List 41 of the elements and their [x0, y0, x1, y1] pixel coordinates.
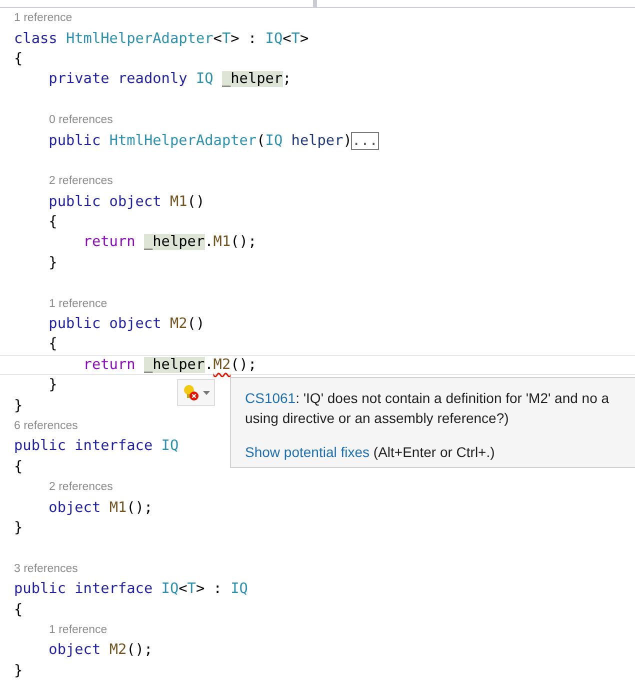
code-line: public object M1()	[48, 194, 205, 210]
code-line: public HtmlHelperAdapter(IQ helper)...	[48, 132, 378, 149]
code-line: {	[14, 602, 23, 618]
code-line: }	[48, 254, 58, 271]
code-line: object M2();	[48, 642, 153, 658]
reference-count-link[interactable]: 0 references	[14, 114, 113, 126]
highlighted-reference: _helper	[144, 234, 205, 250]
reference-count-link[interactable]: 1 reference	[14, 298, 108, 310]
error-message: using directive or an assembly reference?)	[245, 410, 509, 426]
code-line: return _helper.M2();	[82, 356, 257, 373]
code-line: }	[48, 377, 58, 394]
code-line: }	[14, 398, 23, 414]
code-line: return _helper.M1();	[82, 234, 257, 250]
code-line: {	[48, 214, 58, 230]
code-line: {	[14, 458, 23, 475]
quick-actions-button[interactable]	[177, 379, 215, 406]
error-code-link[interactable]: CS1061	[245, 390, 296, 406]
code-line: public interface IQ<T> : IQ	[14, 581, 248, 598]
reference-count-link[interactable]: 6 references	[14, 420, 78, 432]
code-line: {	[14, 50, 23, 67]
code-line: public interface IQ	[14, 438, 179, 454]
reference-count-link[interactable]: 3 references	[14, 562, 78, 575]
shortcut-hint: (Alt+Enter or Ctrl+.)	[372, 444, 495, 460]
reference-count-link[interactable]: 1 reference	[14, 12, 72, 24]
reference-count-link[interactable]: 2 references	[14, 175, 113, 188]
code-line: object M1();	[48, 500, 153, 516]
code-line: public object M2()	[48, 316, 205, 332]
error-message: : 'IQ' does not contain a definition for 'M2' and no a	[296, 390, 610, 406]
lightbulb-error-icon	[182, 384, 200, 402]
show-fixes-link[interactable]: Show potential fixes	[245, 444, 370, 460]
reference-count-link[interactable]: 2 references	[14, 481, 113, 494]
code-line: private readonly IQ _helper;	[48, 71, 292, 88]
code-line: }	[14, 520, 23, 536]
code-line: }	[14, 662, 23, 679]
error-squiggle-text: M2	[213, 356, 231, 373]
reference-count-link[interactable]: 1 reference	[14, 624, 108, 636]
highlighted-reference: _helper	[222, 71, 283, 88]
caret-icon	[203, 390, 210, 394]
code-line: class HtmlHelperAdapter<T> : IQ<T>	[14, 30, 309, 47]
code-line: {	[48, 336, 58, 352]
highlighted-reference: _helper	[144, 356, 205, 373]
